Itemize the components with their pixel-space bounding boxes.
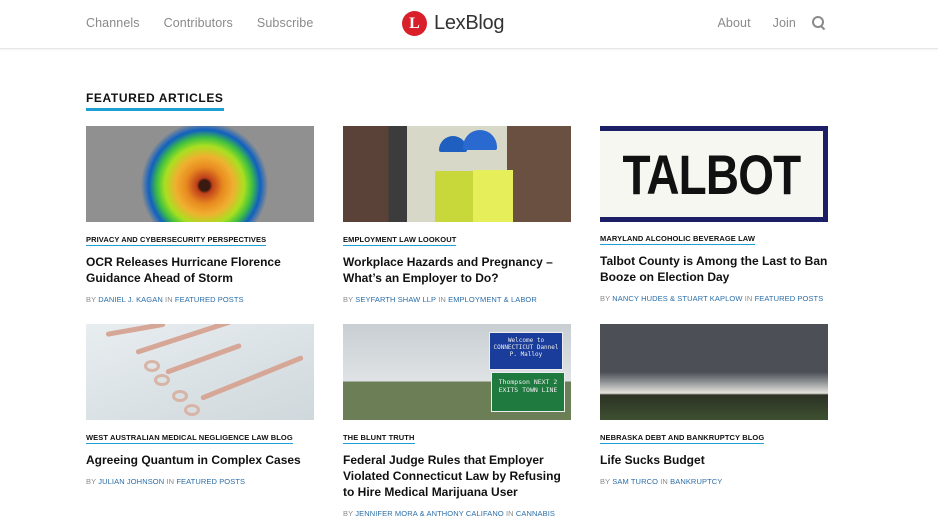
article-thumbnail-workers[interactable] (343, 126, 571, 222)
article-category[interactable]: THE BLUNT TRUTH (343, 433, 415, 444)
image-detail (200, 354, 304, 401)
article-thumbnail-scissors[interactable] (86, 324, 314, 420)
article-category[interactable]: NEBRASKA DEBT AND BANKRUPTCY BLOG (600, 433, 765, 444)
image-detail (144, 360, 160, 372)
article-card: PRIVACY AND CYBERSECURITY PERSPECTIVES O… (86, 126, 314, 304)
nav-channels[interactable]: Channels (86, 16, 140, 30)
image-detail (172, 390, 188, 402)
article-thumbnail-storm[interactable] (600, 324, 828, 420)
article-card: Welcome to CONNECTICUT Dannel P. Malloy … (343, 324, 571, 518)
site-header: Channels Contributors Subscribe L LexBlo… (0, 0, 938, 49)
article-byline: BY SEYFARTH SHAW LLP IN EMPLOYMENT & LAB… (343, 295, 537, 304)
image-detail (165, 342, 243, 375)
author-link[interactable]: DANIEL J. KAGAN (98, 295, 163, 304)
nav-about[interactable]: About (717, 16, 750, 30)
article-title[interactable]: Workplace Hazards and Pregnancy – What’s… (343, 254, 571, 286)
article-thumbnail-hurricane[interactable] (86, 126, 314, 222)
channel-link[interactable]: BANKRUPTCY (670, 477, 722, 486)
author-link[interactable]: JENNIFER MORA & ANTHONY CALIFANO (355, 509, 504, 518)
article-byline: BY SAM TURCO IN BANKRUPTCY (600, 477, 723, 486)
image-sign-text: TALBOT (622, 142, 802, 206)
section-title: FEATURED ARTICLES (86, 91, 224, 111)
image-detail (105, 324, 166, 337)
nav-contributors[interactable]: Contributors (164, 16, 233, 30)
article-category[interactable]: PRIVACY AND CYBERSECURITY PERSPECTIVES (86, 235, 267, 246)
lexblog-logo[interactable]: L LexBlog (402, 11, 504, 36)
image-detail (184, 404, 200, 416)
nav-subscribe[interactable]: Subscribe (257, 16, 314, 30)
primary-nav: Channels Contributors Subscribe (86, 16, 313, 30)
article-category[interactable]: WEST AUSTRALIAN MEDICAL NEGLIGENCE LAW B… (86, 433, 293, 444)
article-title[interactable]: Life Sucks Budget (600, 452, 828, 468)
logo-text: LexBlog (434, 12, 505, 34)
channel-link[interactable]: FEATURED POSTS (755, 294, 824, 303)
article-thumbnail-connecticut[interactable]: Welcome to CONNECTICUT Dannel P. Malloy … (343, 324, 571, 420)
article-category[interactable]: MARYLAND ALCOHOLIC BEVERAGE LAW (600, 234, 756, 245)
search-icon[interactable] (812, 16, 826, 30)
article-title[interactable]: Federal Judge Rules that Employer Violat… (343, 452, 571, 500)
article-title[interactable]: Agreeing Quantum in Complex Cases (86, 452, 314, 468)
author-link[interactable]: JULIAN JOHNSON (98, 477, 164, 486)
article-card: NEBRASKA DEBT AND BANKRUPTCY BLOG Life S… (600, 324, 828, 486)
channel-link[interactable]: CANNABIS (516, 509, 555, 518)
image-sign-bottom: Thompson NEXT 2 EXITS TOWN LINE (491, 372, 565, 412)
author-link[interactable]: SAM TURCO (612, 477, 658, 486)
article-category[interactable]: EMPLOYMENT LAW LOOKOUT (343, 235, 457, 246)
logo-badge-icon: L (402, 11, 427, 36)
article-card: WEST AUSTRALIAN MEDICAL NEGLIGENCE LAW B… (86, 324, 314, 486)
author-link[interactable]: NANCY HUDES & STUART KAPLOW (612, 294, 742, 303)
article-title[interactable]: OCR Releases Hurricane Florence Guidance… (86, 254, 314, 286)
article-byline: BY JENNIFER MORA & ANTHONY CALIFANO IN C… (343, 509, 556, 518)
channel-link[interactable]: FEATURED POSTS (176, 477, 245, 486)
article-byline: BY DANIEL J. KAGAN IN FEATURED POSTS (86, 295, 244, 304)
article-card: TALBOT MARYLAND ALCOHOLIC BEVERAGE LAW T… (600, 126, 828, 303)
article-card: EMPLOYMENT LAW LOOKOUT Workplace Hazards… (343, 126, 571, 304)
image-sign-top: Welcome to CONNECTICUT Dannel P. Malloy (489, 332, 563, 370)
article-thumbnail-talbot[interactable]: TALBOT (600, 126, 828, 222)
secondary-nav: About Join (717, 16, 826, 30)
image-detail (435, 171, 475, 222)
channel-link[interactable]: FEATURED POSTS (175, 295, 244, 304)
image-detail (473, 170, 513, 222)
author-link[interactable]: SEYFARTH SHAW LLP (355, 295, 436, 304)
nav-join[interactable]: Join (773, 16, 796, 30)
image-detail (463, 130, 497, 150)
article-byline: BY JULIAN JOHNSON IN FEATURED POSTS (86, 477, 246, 486)
article-title[interactable]: Talbot County is Among the Last to Ban B… (600, 253, 828, 285)
channel-link[interactable]: EMPLOYMENT & LABOR (448, 295, 537, 304)
image-detail (154, 374, 170, 386)
article-byline: BY NANCY HUDES & STUART KAPLOW IN FEATUR… (600, 294, 824, 303)
